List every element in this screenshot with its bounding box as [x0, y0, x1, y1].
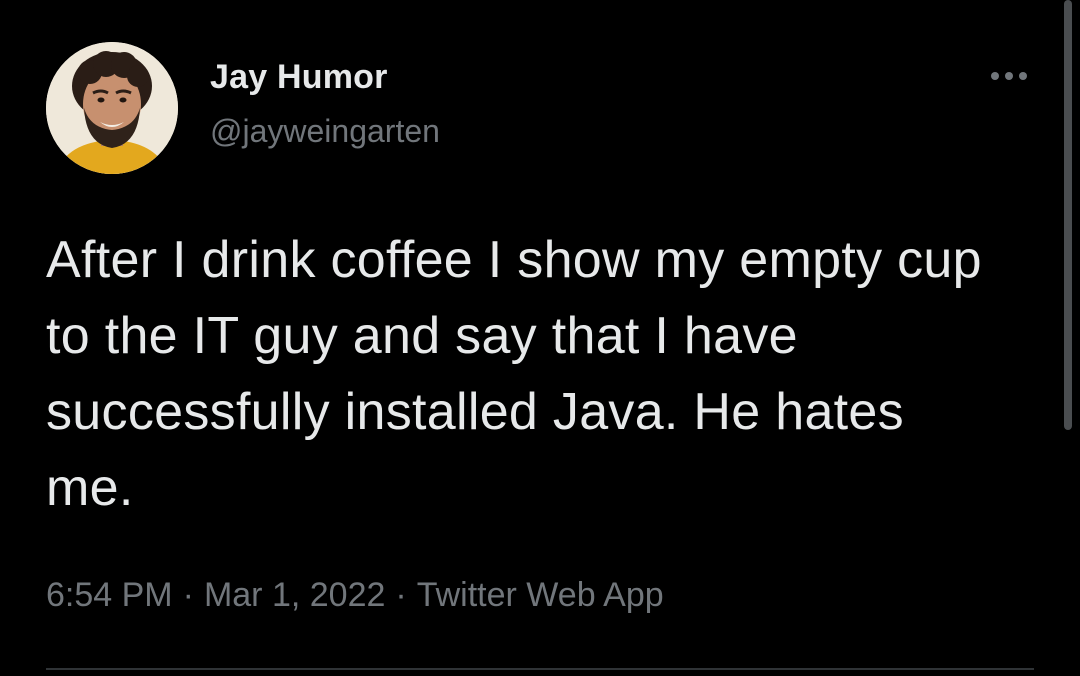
- author-handle[interactable]: @jayweingarten: [210, 113, 440, 150]
- avatar-image: [46, 42, 178, 174]
- scrollbar[interactable]: [1064, 0, 1072, 430]
- tweet-source[interactable]: Twitter Web App: [417, 576, 664, 614]
- tweet-date[interactable]: Mar 1, 2022: [204, 576, 385, 614]
- more-options-button[interactable]: [986, 62, 1032, 90]
- meta-separator: ·: [395, 576, 407, 614]
- divider: [46, 668, 1034, 670]
- tweet-time[interactable]: 6:54 PM: [46, 576, 173, 614]
- avatar[interactable]: [46, 42, 178, 174]
- more-horizontal-icon: [991, 72, 1027, 80]
- meta-separator: ·: [182, 576, 194, 614]
- tweet-metadata: 6:54 PM · Mar 1, 2022 · Twitter Web App: [46, 576, 664, 615]
- tweet: Jay Humor @jayweingarten After I drink c…: [0, 0, 1080, 676]
- author-display-name[interactable]: Jay Humor: [210, 58, 388, 97]
- tweet-text: After I drink coffee I show my empty cup…: [46, 231, 982, 517]
